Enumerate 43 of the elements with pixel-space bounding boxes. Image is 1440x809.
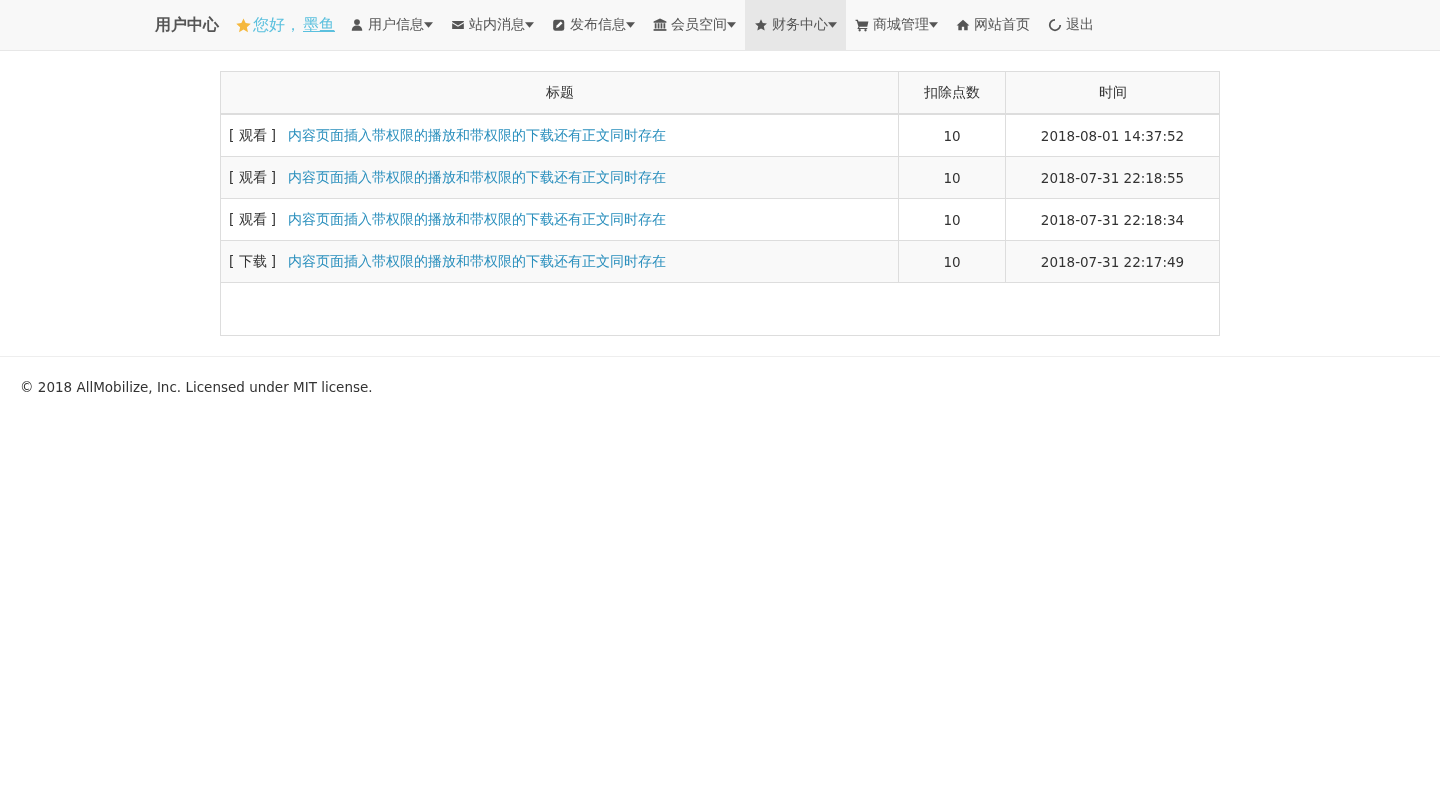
table-cell: 10 [898, 114, 1006, 157]
nav-item[interactable]: 站内消息 [442, 0, 543, 50]
nav-item[interactable]: 会员空间 [644, 0, 745, 50]
title-link[interactable]: 内容页面插入带权限的播放和带权限的下载还有正文同时存在 [288, 210, 667, 227]
column-header: 标题 [221, 72, 899, 114]
table-cell: 10 [898, 198, 1006, 241]
nav-item[interactable]: 用户信息 [341, 0, 442, 50]
caret-icon [525, 22, 534, 28]
action-label: [ 观看 ] [229, 168, 277, 185]
title-link[interactable]: 内容页面插入带权限的播放和带权限的下载还有正文同时存在 [288, 168, 667, 185]
pencil-square-icon [552, 18, 566, 32]
nav-item[interactable]: 退出 [1039, 0, 1103, 50]
table-cell: 2018-07-31 22:17:49 [1005, 240, 1219, 283]
table-cell: 2018-07-31 22:18:55 [1005, 156, 1219, 199]
bank-icon [653, 18, 667, 32]
nav-item[interactable]: 财务中心 [745, 0, 846, 50]
column-header: 扣除点数 [898, 72, 1006, 114]
nav-item[interactable]: 商城管理 [846, 0, 947, 50]
title-link[interactable]: 内容页面插入带权限的播放和带权限的下载还有正文同时存在 [288, 126, 667, 143]
footer-text: © 2018 AllMobilize, Inc. Licensed under MIT license. [20, 379, 373, 395]
nav-item[interactable]: 网站首页 [947, 0, 1039, 50]
refresh-icon [1048, 18, 1062, 32]
home-icon [956, 18, 970, 32]
table-cell: 10 [898, 240, 1006, 283]
table-cell: 10 [898, 156, 1006, 199]
caret-icon [727, 22, 736, 28]
caret-icon [929, 22, 938, 28]
caret-icon [828, 22, 837, 28]
caret-icon [424, 22, 433, 28]
user-icon [350, 18, 364, 32]
column-header: 时间 [1005, 72, 1219, 114]
star-icon [754, 18, 768, 32]
cart-icon [855, 18, 869, 32]
envelope-icon [451, 18, 465, 32]
brand-title: 用户中心 [155, 14, 219, 36]
star-icon [235, 16, 252, 34]
nav-item[interactable]: 发布信息 [543, 0, 644, 50]
title-link[interactable]: 内容页面插入带权限的播放和带权限的下载还有正文同时存在 [288, 252, 667, 269]
greeting-text: 您好， [253, 14, 301, 36]
action-label: [ 下载 ] [229, 252, 277, 269]
action-label: [ 观看 ] [229, 126, 277, 143]
action-label: [ 观看 ] [229, 210, 277, 227]
caret-icon [626, 22, 635, 28]
